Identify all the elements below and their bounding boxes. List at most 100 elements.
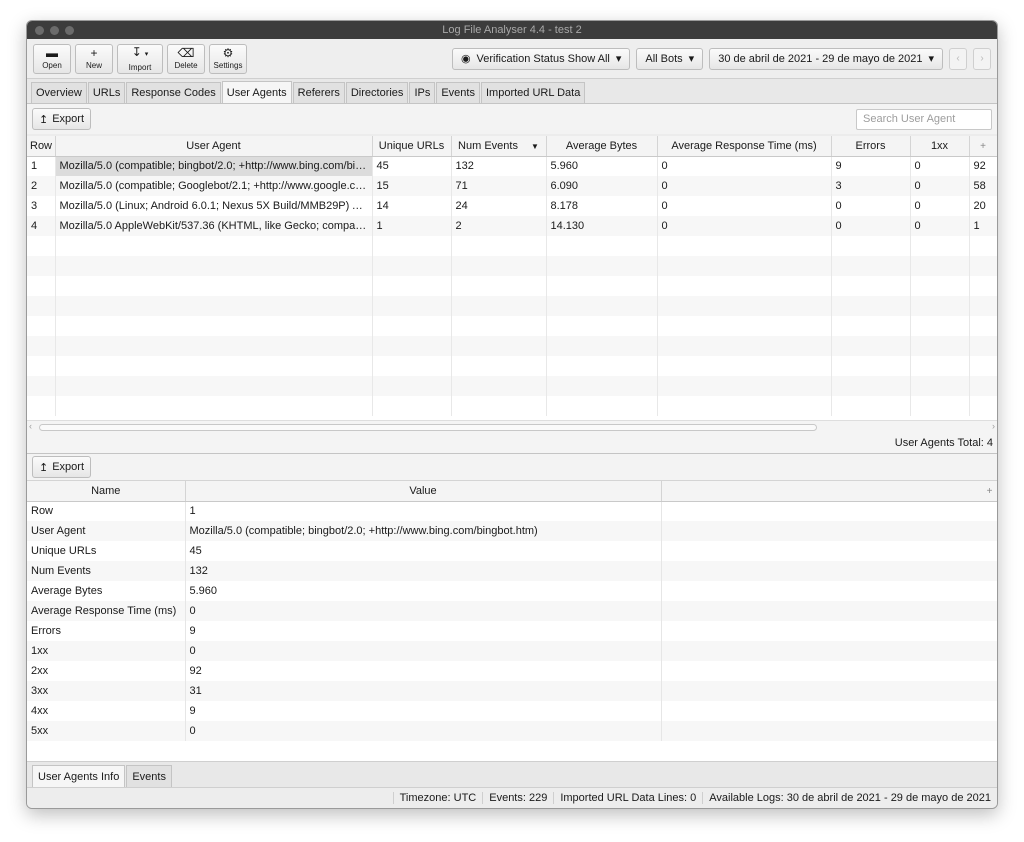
export-button[interactable]: ↥ Export [32, 456, 92, 478]
table-row[interactable]: 1 Mozilla/5.0 (compatible; bingbot/2.0; +… [27, 156, 997, 176]
table-cell [661, 501, 997, 521]
export-button[interactable]: ↥ Export [32, 108, 92, 130]
table-row[interactable]: 2 Mozilla/5.0 (compatible; Googlebot/2.1;… [27, 176, 997, 196]
table-row[interactable]: 1xx 0 [27, 641, 997, 661]
table-cell [372, 276, 452, 296]
empty-row [27, 336, 997, 356]
download-icon: ↧ ▾ [131, 44, 149, 59]
delete-button[interactable]: ⌫ Delete [167, 43, 205, 74]
column-menu-button[interactable]: + [969, 136, 997, 157]
tab-imported-url-data[interactable]: Imported URL Data [480, 82, 586, 103]
table-cell [657, 276, 832, 296]
table-cell [55, 376, 373, 396]
table-cell: 14 [372, 196, 452, 216]
settings-button[interactable]: ⚙ Settings [209, 43, 247, 74]
table-row[interactable]: Num Events 132 [27, 561, 997, 581]
table-row[interactable]: 3xx 31 [27, 681, 997, 701]
events-status: Events: 229 [482, 792, 553, 804]
available-logs-status: Available Logs: 30 de abril de 2021 - 29… [702, 792, 997, 804]
delete-label: Delete [174, 61, 198, 70]
table-cell: 58 [969, 176, 997, 196]
empty-row [27, 376, 997, 396]
table-cell: 9 [185, 701, 662, 721]
table-cell [451, 396, 547, 416]
table-row[interactable]: 5xx 0 [27, 721, 997, 741]
column-header-sorted[interactable]: Num Events ▼ [451, 136, 547, 157]
date-range-dropdown[interactable]: 30 de abril de 2021 - 29 de mayo de 2021… [709, 47, 943, 70]
next-range-button[interactable]: › [973, 47, 991, 70]
open-button[interactable]: ▬ Open [33, 43, 71, 74]
table-cell [372, 376, 452, 396]
table-cell [27, 376, 56, 396]
table-cell: 0 [831, 196, 911, 216]
table-row[interactable]: Average Bytes 5.960 [27, 581, 997, 601]
scrollbar-thumb[interactable] [39, 424, 817, 431]
table-row[interactable]: Row 1 [27, 501, 997, 521]
search-input[interactable]: Search User Agent [856, 108, 992, 130]
table-row[interactable]: 3 Mozilla/5.0 (Linux; Android 6.0.1; Nexu… [27, 196, 997, 216]
table-cell: 3 [831, 176, 911, 196]
empty-row [27, 396, 997, 416]
tab-directories[interactable]: Directories [345, 82, 409, 103]
status-bar: Timezone: UTC Events: 229 Imported URL D… [27, 787, 997, 808]
table-cell: 1 [185, 501, 662, 521]
table-cell: 45 [372, 156, 452, 176]
column-header-label: Num Events [458, 139, 518, 152]
table-cell: 92 [185, 661, 662, 681]
tab-ips[interactable]: IPs [409, 82, 436, 103]
table-row[interactable]: 2xx 92 [27, 661, 997, 681]
table-cell: 2 [451, 216, 547, 236]
tab-response-codes[interactable]: Response Codes [126, 82, 221, 103]
table-header: Row User Agent Unique URLs Num Events ▼ … [27, 136, 997, 157]
horizontal-scrollbar[interactable]: ‹ › [27, 420, 997, 433]
tab-overview[interactable]: Overview [31, 82, 87, 103]
table-cell: 24 [451, 196, 547, 216]
table-cell [451, 356, 547, 376]
table-cell: 0 [910, 196, 970, 216]
tab-user-agents-info[interactable]: User Agents Info [32, 765, 126, 787]
column-header[interactable]: Name [27, 481, 186, 502]
table-cell [27, 396, 56, 416]
table-cell: 8.178 [546, 196, 658, 216]
table-row[interactable]: 4 Mozilla/5.0 AppleWebKit/537.36 (KHTML, … [27, 216, 997, 236]
export-label: Export [52, 461, 85, 473]
column-header[interactable]: Average Response Time (ms) [657, 136, 832, 157]
table-row[interactable]: 4xx 9 [27, 701, 997, 721]
empty-row [27, 356, 997, 376]
bots-label: All Bots [645, 52, 683, 65]
table-cell [372, 256, 452, 276]
new-button[interactable]: + New [75, 43, 113, 74]
chevron-down-icon: ▾ [615, 53, 622, 65]
column-menu-button[interactable]: + [661, 481, 997, 502]
table-cell [372, 296, 452, 316]
verification-label: Verification Status Show All [476, 52, 610, 65]
table-cell: 0 [657, 196, 832, 216]
column-header[interactable]: Row [27, 136, 56, 157]
column-header[interactable]: Value [185, 481, 662, 502]
table-row[interactable]: Errors 9 [27, 621, 997, 641]
timezone-status: Timezone: UTC [392, 792, 483, 804]
bots-dropdown[interactable]: All Bots ▾ [636, 47, 704, 70]
table-cell [546, 276, 658, 296]
table-row[interactable]: Average Response Time (ms) 0 [27, 601, 997, 621]
tab-events[interactable]: Events [436, 82, 480, 103]
column-header[interactable]: Unique URLs [372, 136, 452, 157]
table-row[interactable]: Unique URLs 45 [27, 541, 997, 561]
tab-referers[interactable]: Referers [292, 82, 345, 103]
previous-range-button[interactable]: ‹ [949, 47, 967, 70]
tab-events-bottom[interactable]: Events [126, 765, 172, 787]
table-row[interactable]: User Agent Mozilla/5.0 (compatible; bingb… [27, 521, 997, 541]
tab-user-agents[interactable]: User Agents [221, 81, 292, 103]
table-cell [661, 721, 997, 741]
table-cell [546, 396, 658, 416]
column-header[interactable]: Errors [831, 136, 911, 157]
tab-urls[interactable]: URLs [87, 82, 126, 103]
column-header[interactable]: 1xx [910, 136, 970, 157]
import-button[interactable]: ↧ ▾ Import [117, 43, 163, 74]
table-cell [661, 641, 997, 661]
table-cell [55, 296, 373, 316]
column-header[interactable]: Average Bytes [546, 136, 658, 157]
table-cell [55, 256, 373, 276]
column-header[interactable]: User Agent [55, 136, 373, 157]
verification-dropdown[interactable]: ◉ Verification Status Show All ▾ [451, 47, 631, 70]
